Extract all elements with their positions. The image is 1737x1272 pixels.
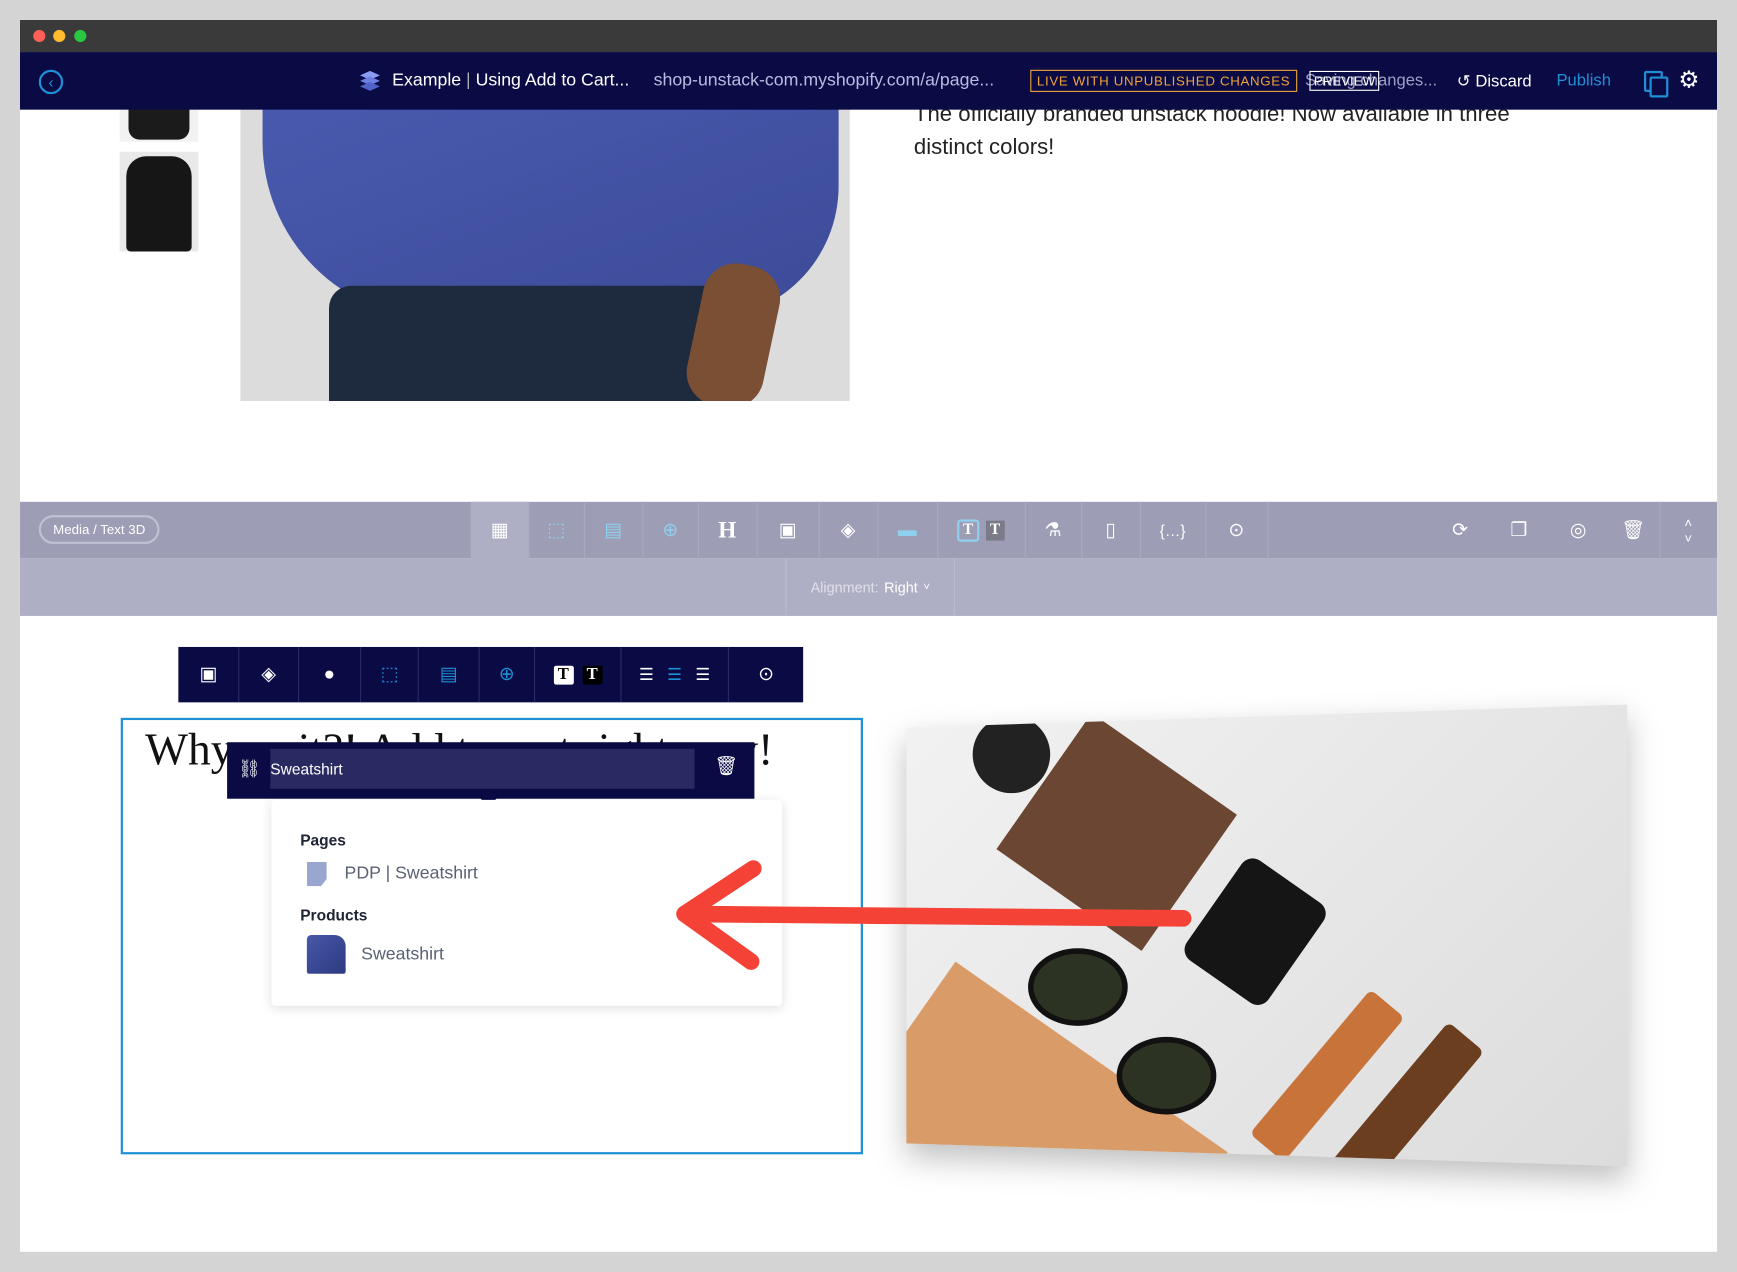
image-icon[interactable]: ▣ [178,646,240,703]
fill-icon[interactable]: ◈ [240,646,299,703]
page-result-item[interactable]: PDP | Sweatshirt [306,861,478,887]
chevron-down-icon: ˅ [923,581,930,594]
link-input[interactable]: Sweatshirt [270,748,695,789]
image-icon[interactable]: ▣ [757,501,820,559]
undo-icon: ↺ [1456,72,1471,91]
product-result-label: Sweatshirt [361,944,444,964]
editor-nav-bar: ‹ Example | Using Add to Cart... shop-un… [19,52,1718,110]
hide-icon[interactable]: ◎ [1549,502,1608,558]
text-color-toggle[interactable]: T T [535,646,622,703]
publish-button[interactable]: Publish [1556,71,1611,90]
product-image [240,86,850,402]
annotation-arrow [676,860,1192,970]
align-left-icon[interactable]: ☰ [639,665,654,685]
shadow-icon[interactable]: ● [299,646,362,703]
spacing-icon[interactable]: ⊕ [643,501,700,559]
back-button[interactable]: ‹ [38,69,64,95]
section-label[interactable]: Media / Text 3D [38,515,160,544]
target-icon[interactable]: ⊙ [729,647,803,702]
lab-icon[interactable]: ⚗ [1025,501,1083,559]
align-center-icon[interactable]: ☰ [667,665,682,685]
discard-button[interactable]: ↺ Discard [1457,71,1532,91]
product-thumbnail[interactable] [119,151,199,252]
status-badge: LIVE WITH UNPUBLISHED CHANGES [1030,69,1297,92]
text-style-icon[interactable]: TT [937,501,1026,559]
carousel-icon[interactable]: ▯ [1081,501,1142,559]
preview-button[interactable]: PREVIEW [1309,70,1380,91]
section-toolbar: Media / Text 3D ▦ ⬚ ▤ ⊕ H ▣ ◈ ▬ TT ⚗ ▯ {… [19,501,1718,559]
target-icon[interactable]: ⊙ [1205,501,1269,559]
text-light-icon[interactable]: T [553,665,574,685]
maximize-window-button[interactable] [74,29,87,43]
browser-window: The officially branded unstack hoodie! N… [19,19,1718,1252]
products-header: Products [300,906,368,924]
duplicate-icon[interactable]: ❐ [1489,502,1549,558]
alignment-label: Alignment: [810,578,879,596]
page-name: Example [392,70,462,90]
pages-header: Pages [300,830,346,849]
full-width-icon[interactable]: ▬ [877,501,939,559]
gear-icon[interactable]: ⚙ [1678,66,1699,94]
trash-icon[interactable]: 🗑 [1607,501,1661,559]
close-window-button[interactable] [33,29,46,43]
reorder-icon[interactable]: ˄ ˅ [1659,502,1717,558]
resize-icon[interactable]: ⬚ [528,501,585,559]
block-toolbar: ▣ ◈ ● ⬚ ▤ ⊕ T T ☰ ☰ ☰ ⊙ [178,646,804,703]
text-dark-icon[interactable]: T [582,665,603,685]
spacing-icon[interactable]: ⊕ [479,646,536,703]
link-icon: ⛓ [238,759,261,779]
page-url[interactable]: shop-unstack-com.myshopify.com/a/page... [654,71,995,91]
link-editor: ⛓ Sweatshirt 🗑 [227,742,755,807]
title-bar [19,19,1718,53]
fill-icon[interactable]: ◈ [819,501,879,559]
page-title-text: Using Add to Cart... [475,70,630,90]
product-thumbnail [306,934,346,974]
section-options-bar: Alignment: Right ˅ [19,558,1718,616]
product-result-item[interactable]: Sweatshirt [306,934,444,974]
alignment-value: Right [884,578,918,596]
align-right-icon[interactable]: ☰ [695,665,710,685]
pages-icon[interactable] [1643,70,1669,98]
discard-label: Discard [1475,72,1532,91]
page-result-label: PDP | Sweatshirt [344,864,478,883]
refresh-icon[interactable]: ⟳ [1431,502,1489,558]
trash-icon[interactable]: 🗑 [715,756,739,778]
description-line: distinct colors! [913,135,1055,160]
arrow-shaft [676,905,1192,927]
layers-icon [358,70,382,91]
alignment-dropdown[interactable]: Alignment: Right ˅ [785,558,955,616]
layout-icon[interactable]: ▦ [470,501,530,559]
page-title[interactable]: Example | Using Add to Cart... [392,71,629,91]
resize-icon[interactable]: ⬚ [361,646,420,703]
code-icon[interactable]: {…} [1140,501,1207,559]
alignment-group: ☰ ☰ ☰ [622,646,729,703]
page-icon [306,861,327,887]
minimize-window-button[interactable] [53,29,66,43]
width-icon[interactable]: ▤ [584,501,644,559]
width-icon[interactable]: ▤ [419,646,480,703]
heading-icon[interactable]: H [698,501,758,559]
